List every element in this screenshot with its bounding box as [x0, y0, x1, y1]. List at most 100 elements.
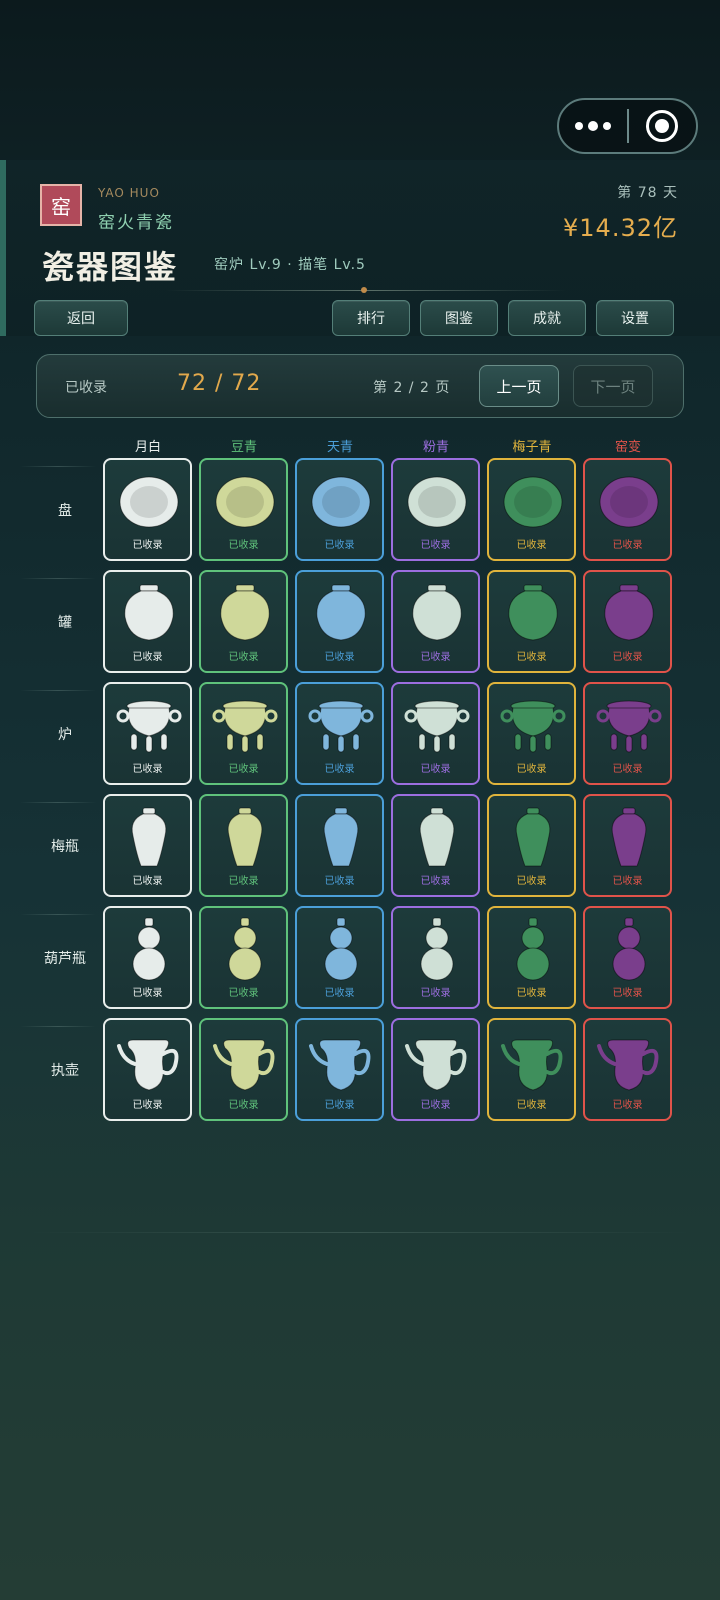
porcelain-card[interactable]: 已收录	[391, 906, 480, 1009]
collected-caption: 已收录	[420, 988, 451, 999]
porcelain-card[interactable]: 已收录	[583, 906, 672, 1009]
glaze-header: 天青	[326, 440, 353, 455]
porcelain-card[interactable]: 已收录	[583, 794, 672, 897]
row-divider	[20, 1026, 96, 1027]
achievement-button[interactable]: 成就	[508, 300, 586, 336]
porcelain-card[interactable]: 已收录	[103, 570, 192, 673]
header-panel: 窑 YAO HUO 窑火青瓷 瓷器图鉴 窑炉 Lv.9 · 描笔 Lv.5 第 …	[0, 160, 720, 336]
miniprogram-capsule	[557, 98, 698, 154]
porcelain-card[interactable]: 已收录	[391, 1018, 480, 1121]
collected-caption: 已收录	[324, 652, 355, 663]
kiln-seal-logo: 窑	[40, 184, 82, 226]
porcelain-card[interactable]: 已收录	[391, 682, 480, 785]
porcelain-card[interactable]: 已收录	[103, 906, 192, 1009]
row-divider	[20, 466, 96, 467]
porcelain-card[interactable]: 已收录	[391, 794, 480, 897]
glaze-header: 梅子青	[512, 440, 552, 455]
row-divider	[20, 578, 96, 579]
level-info: 窑炉 Lv.9 · 描笔 Lv.5	[214, 257, 366, 273]
porcelain-card[interactable]: 已收录	[199, 794, 288, 897]
porcelain-card[interactable]: 已收录	[295, 906, 384, 1009]
porcelain-card[interactable]: 已收录	[103, 794, 192, 897]
porcelain-card[interactable]: 已收录	[487, 1018, 576, 1121]
collected-caption: 已收录	[132, 1100, 163, 1111]
prev-page-button[interactable]: 上一页	[479, 365, 559, 407]
collected-caption: 已收录	[132, 876, 163, 887]
collected-caption: 已收录	[612, 652, 643, 663]
money-balance: ¥14.32亿	[563, 214, 678, 242]
collected-caption: 已收录	[324, 876, 355, 887]
collected-caption: 已收录	[612, 540, 643, 551]
porcelain-card[interactable]: 已收录	[295, 570, 384, 673]
collected-caption: 已收录	[228, 652, 259, 663]
settings-button[interactable]: 设置	[596, 300, 674, 336]
porcelain-card[interactable]: 已收录	[103, 458, 192, 561]
shape-row-label: 葫芦瓶	[44, 951, 86, 967]
porcelain-card[interactable]: 已收录	[487, 570, 576, 673]
catalog-button[interactable]: 图鉴	[420, 300, 498, 336]
close-target-icon[interactable]	[629, 100, 696, 152]
collected-caption: 已收录	[516, 876, 547, 887]
shape-row-label: 罐	[58, 615, 72, 631]
collected-label: 已收录	[65, 380, 107, 396]
row-divider	[20, 802, 96, 803]
collected-caption: 已收录	[420, 540, 451, 551]
glaze-header: 豆青	[230, 440, 257, 455]
collected-caption: 已收录	[516, 540, 547, 551]
porcelain-card[interactable]: 已收录	[583, 1018, 672, 1121]
glaze-header: 月白	[134, 440, 161, 455]
collected-caption: 已收录	[420, 1100, 451, 1111]
porcelain-card[interactable]: 已收录	[295, 1018, 384, 1121]
collected-caption: 已收录	[324, 540, 355, 551]
collected-caption: 已收录	[228, 988, 259, 999]
rank-button[interactable]: 排行	[332, 300, 410, 336]
collected-caption: 已收录	[612, 876, 643, 887]
collected-caption: 已收录	[612, 764, 643, 775]
glaze-header: 粉青	[422, 440, 449, 455]
porcelain-card[interactable]: 已收录	[295, 458, 384, 561]
back-button[interactable]: 返回	[34, 300, 128, 336]
porcelain-card[interactable]: 已收录	[583, 682, 672, 785]
divider-ornament	[361, 287, 367, 293]
porcelain-card[interactable]: 已收录	[199, 1018, 288, 1121]
shape-row-label: 盘	[58, 503, 72, 519]
porcelain-card[interactable]: 已收录	[199, 906, 288, 1009]
collected-caption: 已收录	[420, 876, 451, 887]
row-divider	[20, 690, 96, 691]
collection-status-bar: 已收录 72 / 72 第 2 / 2 页 上一页 下一页	[36, 354, 684, 418]
shape-row-label: 执壶	[51, 1063, 79, 1079]
porcelain-card[interactable]: 已收录	[583, 570, 672, 673]
porcelain-card[interactable]: 已收录	[391, 570, 480, 673]
row-divider	[20, 914, 96, 915]
collected-caption: 已收录	[324, 988, 355, 999]
porcelain-card[interactable]: 已收录	[199, 682, 288, 785]
next-page-button[interactable]: 下一页	[573, 365, 653, 407]
porcelain-card[interactable]: 已收录	[487, 794, 576, 897]
porcelain-card[interactable]: 已收录	[295, 682, 384, 785]
brand-chinese: 窑火青瓷	[98, 213, 174, 233]
collected-caption: 已收录	[516, 764, 547, 775]
collected-caption: 已收录	[132, 540, 163, 551]
collected-caption: 已收录	[516, 652, 547, 663]
page-indicator: 第 2 / 2 页	[373, 380, 451, 396]
porcelain-card[interactable]: 已收录	[487, 458, 576, 561]
collected-caption: 已收录	[132, 764, 163, 775]
porcelain-card[interactable]: 已收录	[103, 1018, 192, 1121]
porcelain-card[interactable]: 已收录	[487, 906, 576, 1009]
more-menu-icon[interactable]	[559, 100, 627, 152]
porcelain-card[interactable]: 已收录	[295, 794, 384, 897]
porcelain-card[interactable]: 已收录	[199, 570, 288, 673]
day-counter: 第 78 天	[617, 185, 678, 201]
glaze-header: 窑变	[614, 440, 641, 455]
collected-caption: 已收录	[612, 988, 643, 999]
collected-caption: 已收录	[420, 652, 451, 663]
porcelain-card[interactable]: 已收录	[583, 458, 672, 561]
porcelain-card[interactable]: 已收录	[199, 458, 288, 561]
collected-caption: 已收录	[132, 652, 163, 663]
porcelain-card[interactable]: 已收录	[103, 682, 192, 785]
porcelain-card[interactable]: 已收录	[487, 682, 576, 785]
collected-caption: 已收录	[228, 876, 259, 887]
porcelain-card[interactable]: 已收录	[391, 458, 480, 561]
collected-caption: 已收录	[228, 1100, 259, 1111]
collected-caption: 已收录	[612, 1100, 643, 1111]
